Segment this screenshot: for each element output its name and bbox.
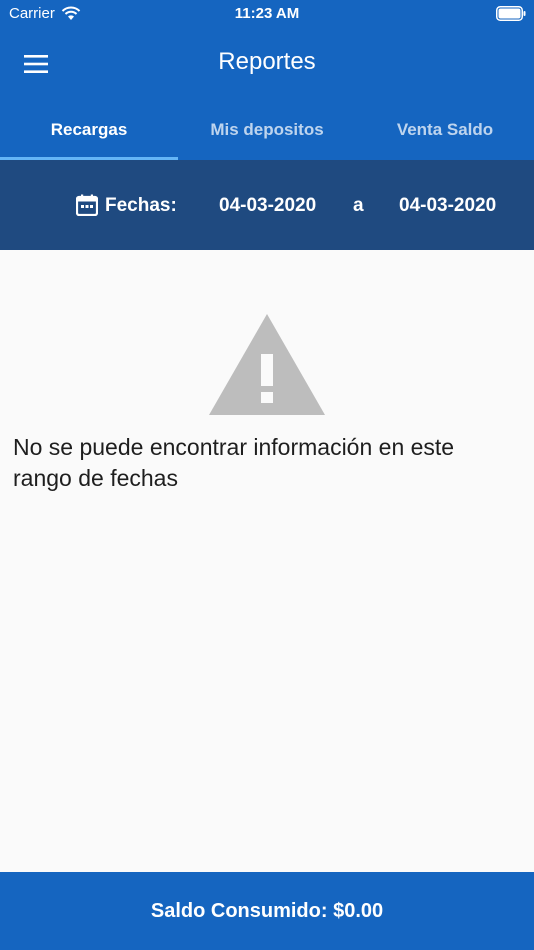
tab-bar: Recargas Mis depositos Venta Saldo [0,100,534,160]
tab-recargas[interactable]: Recargas [0,100,178,160]
hamburger-menu-icon [24,55,48,73]
date-from-picker[interactable]: 04-03-2020 [219,195,316,217]
date-filter-bar: Fechas: 04-03-2020 a 04-03-2020 [0,160,534,250]
calendar-icon [76,194,98,216]
status-time: 11:23 AM [234,5,300,22]
menu-button[interactable] [14,44,58,84]
status-bar: Carrier 11:23 AM [0,0,534,28]
empty-state-message: No se puede encontrar información en est… [13,434,455,491]
battery-icon [496,6,526,21]
warning-icon [209,314,325,415]
app-bar: Reportes [0,36,534,92]
date-range-separator: a [353,195,364,216]
dates-label: Fechas: [105,195,177,216]
app-header: Carrier 11:23 AM Reportes Recargas Mis d… [0,0,534,160]
balance-footer: Saldo Consumido: $0.00 [0,872,534,950]
tab-mis-depositos[interactable]: Mis depositos [178,100,356,160]
consumed-balance-text: Saldo Consumido: $0.00 [150,900,384,922]
page-title: Reportes [218,48,316,75]
date-to-picker[interactable]: 04-03-2020 [399,195,496,217]
tab-venta-saldo[interactable]: Venta Saldo [356,100,534,160]
